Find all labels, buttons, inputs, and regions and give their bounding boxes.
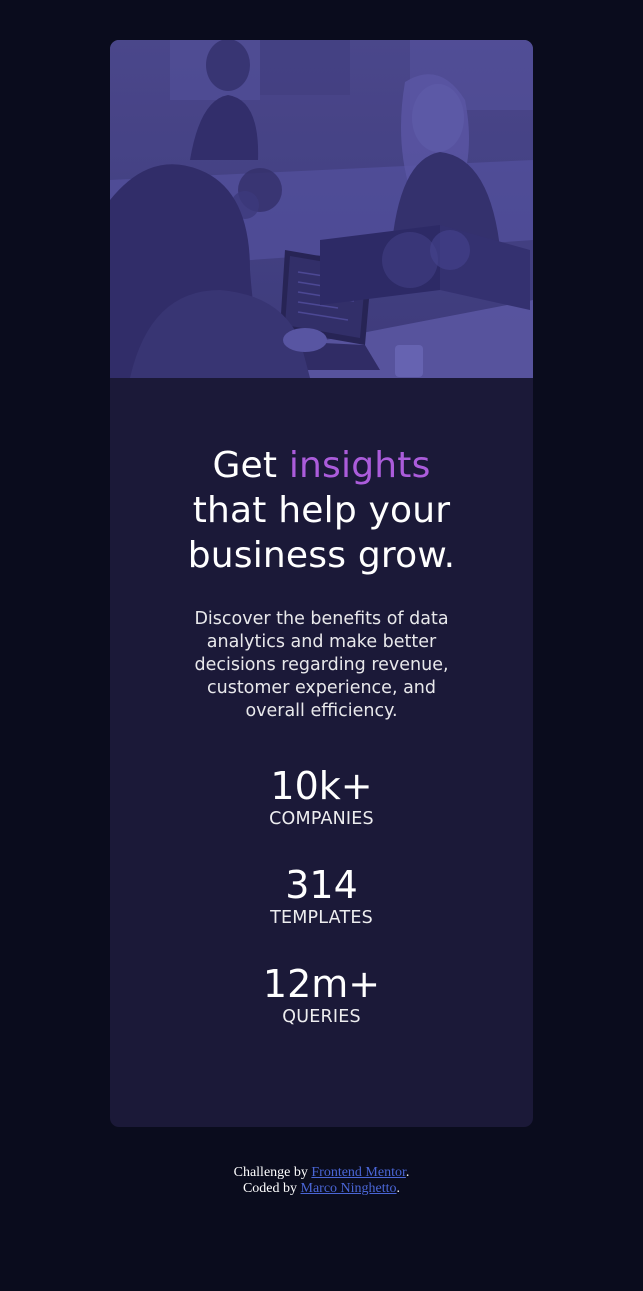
attribution-challenge: Challenge by Frontend Mentor. (0, 1165, 643, 1181)
headline-post: that help your business grow. (187, 490, 456, 576)
stat-value: 10k+ (270, 764, 373, 808)
office-team-illustration (110, 40, 533, 378)
stat-value: 12m+ (262, 962, 381, 1006)
stats-list: 10k+ Companies 314 Templates 12m+ Querie… (150, 763, 493, 1027)
stat-queries: 12m+ Queries (150, 961, 493, 1027)
stat-label: Queries (282, 1007, 361, 1027)
stat-value: 314 (285, 863, 358, 907)
stat-label: Companies (269, 809, 374, 829)
stats-preview-card: Get insights that help your business gro… (110, 40, 533, 1127)
frontend-mentor-link[interactable]: Frontend Mentor (311, 1165, 406, 1180)
attribution: Challenge by Frontend Mentor. Coded by M… (0, 1165, 643, 1197)
hero-image (110, 40, 533, 378)
coded-prefix: Coded by (242, 1181, 301, 1196)
author-link[interactable]: Marco Ninghetto (301, 1181, 397, 1196)
stat-templates: 314 Templates (150, 862, 493, 928)
challenge-suffix: . (405, 1165, 410, 1180)
stat-companies: 10k+ Companies (150, 763, 493, 829)
coded-suffix: . (396, 1181, 401, 1196)
stat-label: Templates (270, 908, 373, 928)
headline-accent: insights (288, 445, 431, 486)
headline: Get insights that help your business gro… (150, 443, 493, 578)
attribution-coded: Coded by Marco Ninghetto. (0, 1181, 643, 1197)
challenge-prefix: Challenge by (233, 1165, 312, 1180)
headline-pre: Get (212, 445, 289, 486)
description: Discover the benefits of data analytics … (194, 609, 449, 721)
